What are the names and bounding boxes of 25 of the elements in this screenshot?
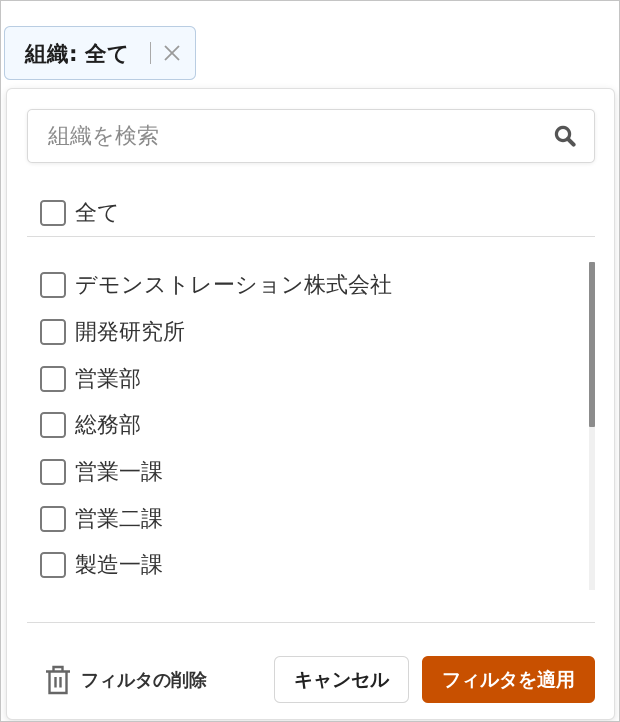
checkbox[interactable] — [40, 552, 66, 578]
option-label: デモンストレーション株式会社 — [75, 272, 392, 300]
checkbox[interactable] — [40, 200, 66, 226]
option-label: 営業一課 — [75, 459, 163, 488]
option-label: 製造一課 — [75, 552, 163, 580]
apply-filter-button[interactable]: フィルタを適用 — [422, 656, 595, 703]
option-label: 開発研究所 — [75, 319, 185, 348]
checkbox[interactable] — [40, 319, 66, 346]
search-field[interactable]: 組織を検索 — [27, 109, 595, 163]
clear-filter-button[interactable]: フィルタの削除 — [45, 664, 207, 694]
search-icon[interactable] — [554, 125, 576, 147]
option-label: 営業部 — [75, 366, 141, 394]
trash-icon — [45, 664, 71, 694]
option-label: 総務部 — [75, 412, 141, 440]
cancel-button[interactable]: キャンセル — [274, 656, 409, 703]
close-icon[interactable] — [164, 45, 180, 61]
scrollbar-thumb[interactable] — [589, 262, 595, 427]
checkbox[interactable] — [40, 459, 66, 486]
option-label: 全て — [75, 200, 120, 228]
option-label: 営業二課 — [75, 506, 163, 534]
checkbox[interactable] — [40, 272, 66, 298]
checkbox[interactable] — [40, 412, 66, 438]
checkbox[interactable] — [40, 506, 66, 532]
filter-chip[interactable]: 組織: 全て — [4, 26, 196, 80]
checkbox[interactable] — [40, 366, 66, 392]
